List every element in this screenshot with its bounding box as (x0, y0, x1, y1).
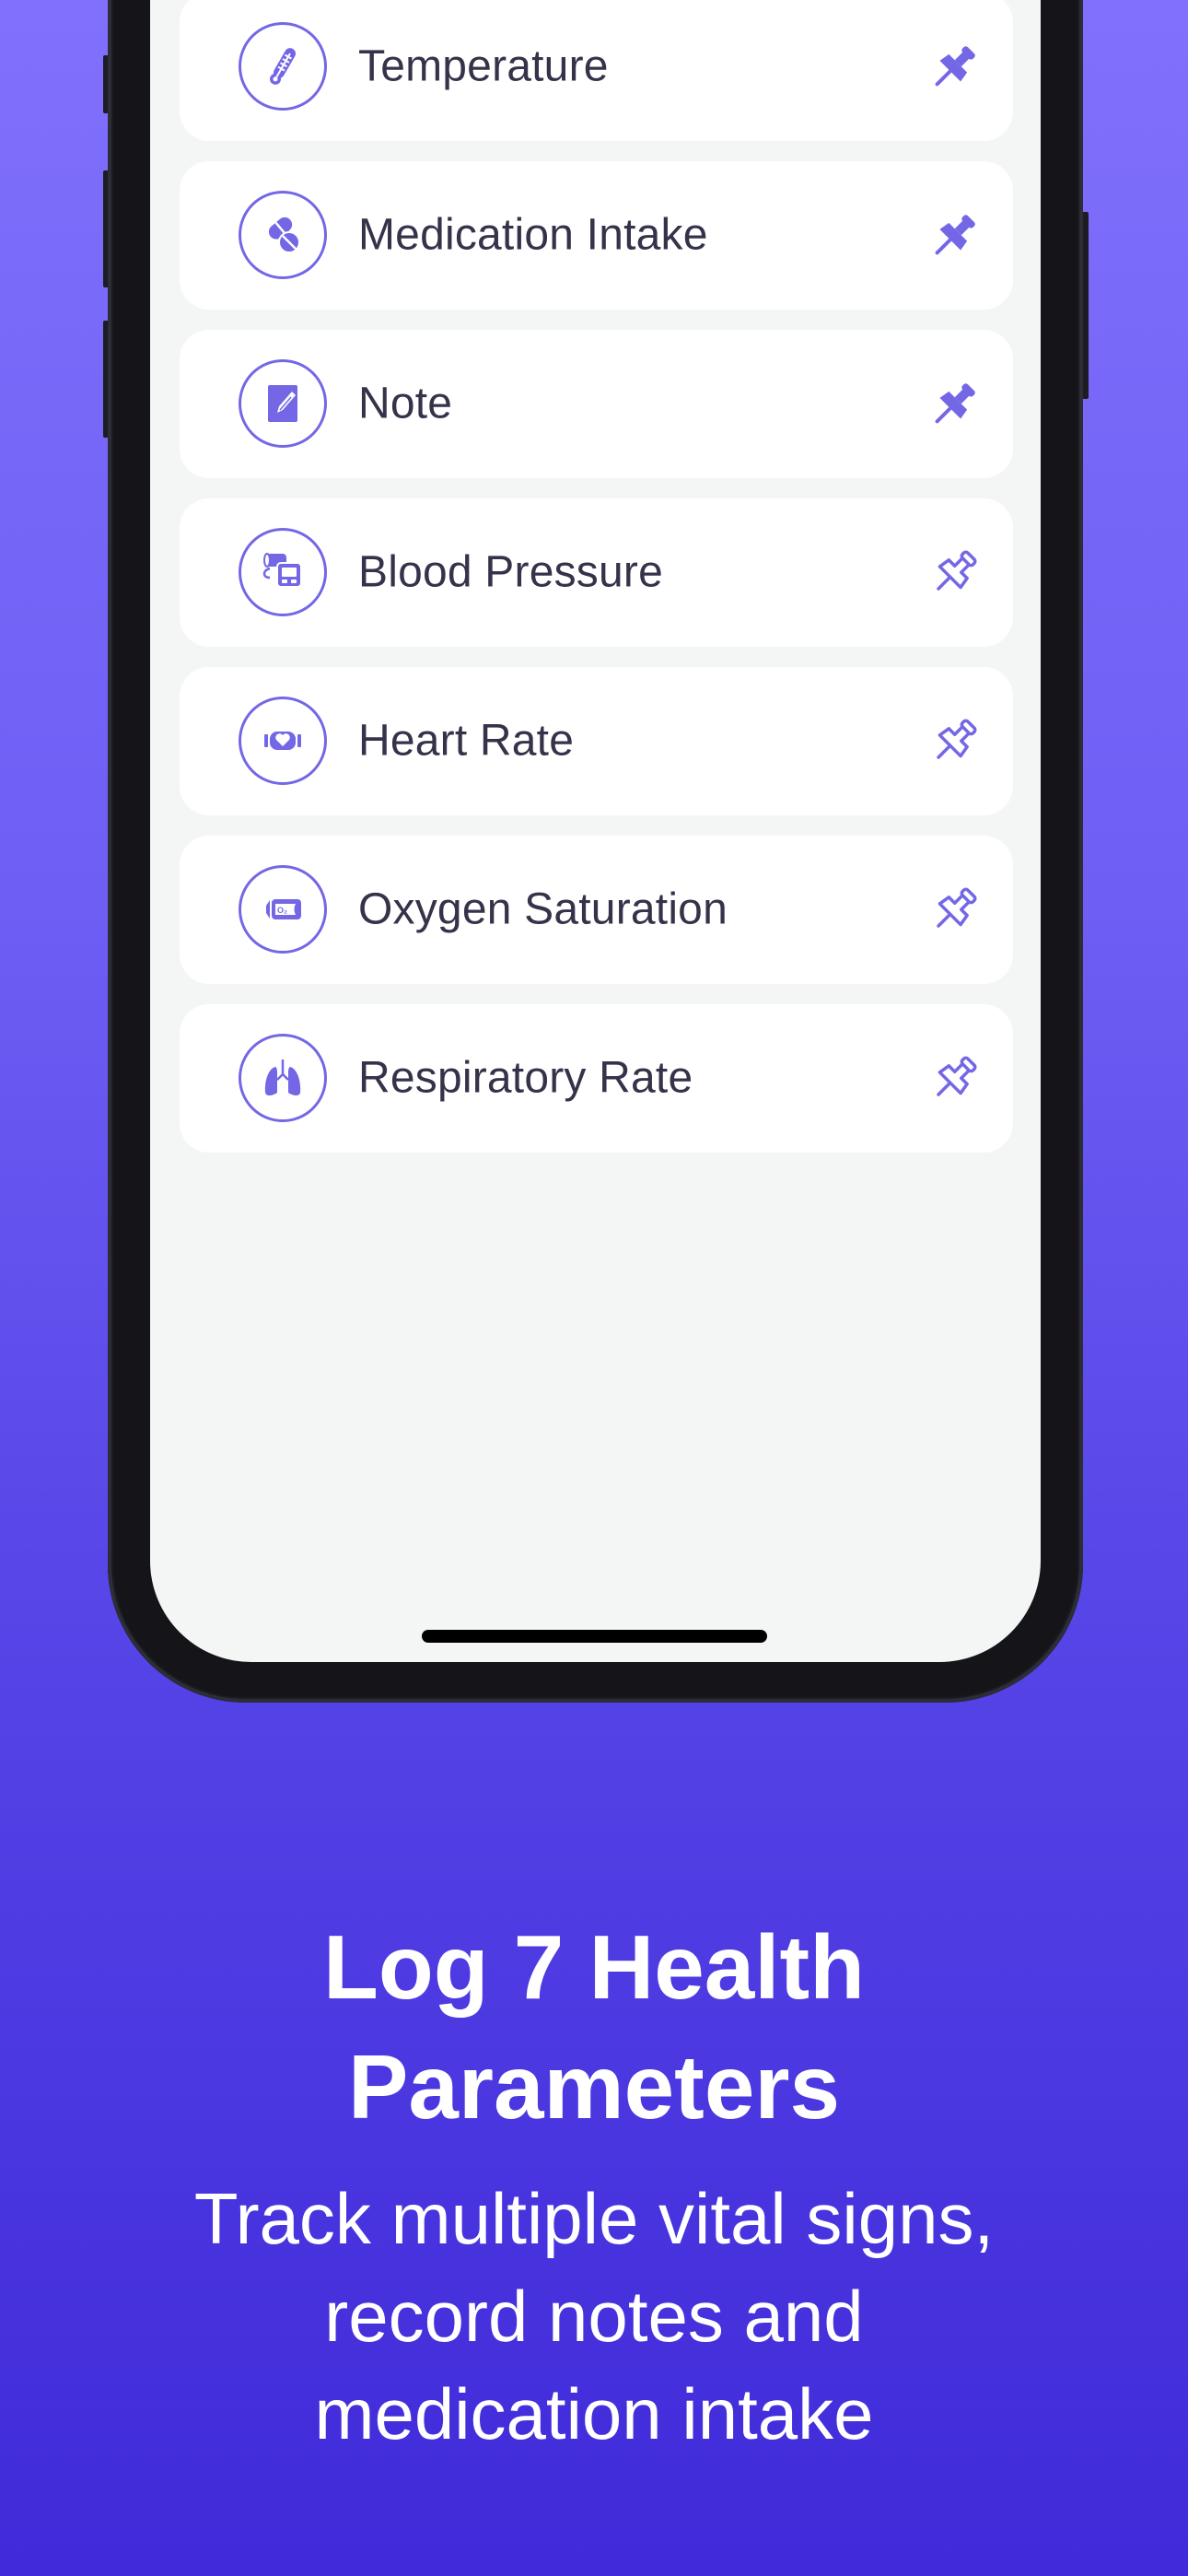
caption-subtitle-line: record notes and (324, 2276, 864, 2357)
caption-subtitle-line: medication intake (314, 2373, 874, 2454)
heart-rate-band-icon (239, 697, 327, 785)
thermometer-icon (239, 22, 327, 111)
parameter-card[interactable]: Blood Pressure (180, 498, 1013, 647)
pin-outline-icon[interactable] (925, 712, 984, 771)
caption-subtitle-line: Track multiple vital signs, (193, 2178, 995, 2259)
home-indicator[interactable] (422, 1630, 767, 1643)
svg-text:O₂: O₂ (277, 906, 287, 915)
pin-outline-icon[interactable] (925, 544, 984, 603)
blood-pressure-monitor-icon (239, 528, 327, 616)
parameter-label: Respiratory Rate (358, 1052, 693, 1102)
pin-filled-icon[interactable] (925, 206, 984, 265)
parameter-card[interactable]: Respiratory Rate (180, 1004, 1013, 1153)
note-icon (239, 359, 327, 448)
pulse-oximeter-icon: O₂ (239, 865, 327, 954)
pin-outline-icon[interactable] (925, 1049, 984, 1108)
parameter-label: Heart Rate (358, 715, 575, 765)
parameter-label: Medication Intake (358, 209, 708, 259)
parameter-label: Temperature (358, 41, 609, 90)
pin-outline-icon[interactable] (925, 881, 984, 940)
parameter-label: Note (358, 378, 453, 427)
parameter-label: Oxygen Saturation (358, 884, 728, 933)
parameter-card[interactable]: Heart Rate (180, 667, 1013, 815)
parameter-card[interactable]: Temperature (180, 0, 1013, 141)
caption-subtitle: Track multiple vital signs, record notes… (0, 2170, 1188, 2463)
caption-title: Log 7 Health Parameters (0, 1907, 1188, 2147)
parameter-card[interactable]: O₂ Oxygen Saturation (180, 836, 1013, 984)
pin-filled-icon[interactable] (925, 375, 984, 434)
parameter-card[interactable]: Medication Intake (180, 161, 1013, 310)
pills-icon (239, 191, 327, 279)
parameter-label: Blood Pressure (358, 546, 663, 596)
caption-title-line: Log 7 Health (322, 1916, 866, 2018)
phone-power-button (1082, 212, 1089, 399)
lungs-icon (239, 1034, 327, 1122)
parameter-card[interactable]: Note (180, 330, 1013, 478)
phone-screen: Temperature Medication Intake Note Blood Pr… (150, 0, 1041, 1662)
pin-filled-icon[interactable] (925, 38, 984, 97)
caption-title-line: Parameters (348, 2036, 840, 2137)
